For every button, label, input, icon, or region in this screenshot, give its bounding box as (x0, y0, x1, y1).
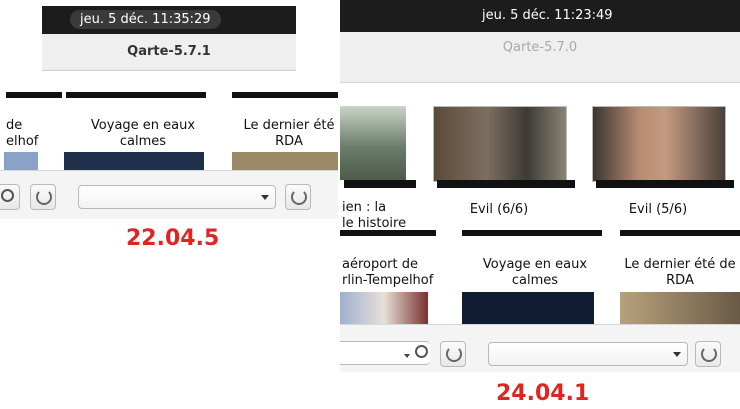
tile-label[interactable]: Voyage en eaux calmes (465, 257, 605, 289)
window-title: Qarte-5.7.0 (502, 40, 578, 55)
video-thumbnail[interactable] (592, 106, 726, 182)
window-title: Qarte-5.7.1 (127, 44, 211, 59)
video-grid: ien : la le histoire Evil (6/6) Evil (5/… (340, 100, 740, 324)
thumb-edge (66, 92, 206, 98)
tile-label[interactable]: Le dernier été de RDA (620, 257, 740, 289)
refresh-icon (701, 346, 717, 362)
bottom-toolbar (340, 324, 740, 372)
video-thumbnail[interactable] (340, 106, 406, 180)
refresh-button[interactable] (285, 184, 311, 210)
clock-text: jeu. 5 déc. 11:35:29 (80, 12, 211, 27)
thumb-edge (232, 92, 338, 98)
video-thumbnail[interactable] (64, 152, 204, 170)
clock-text[interactable]: jeu. 5 déc. 11:23:49 (482, 8, 613, 23)
refresh-icon (291, 189, 307, 205)
video-thumbnail[interactable] (4, 152, 38, 170)
refresh-icon (36, 189, 52, 205)
left-screenshot: jeu. 5 déc. 11:35:29 Qarte-5.7.1 de elho… (0, 0, 338, 260)
category-combo[interactable] (488, 342, 688, 366)
video-grid: de elhof Voyage en eaux calmes Le dernie… (0, 92, 338, 170)
thumb-edge (6, 92, 62, 98)
thumb-shadow (437, 180, 575, 188)
chevron-down-icon (673, 352, 681, 357)
bottom-toolbar (0, 170, 338, 219)
refresh-button[interactable] (440, 341, 466, 367)
tile-label[interactable]: ien : la le histoire (342, 200, 432, 232)
chevron-down-icon (404, 354, 410, 358)
search-combo[interactable] (340, 341, 430, 365)
refresh-button[interactable] (30, 184, 56, 210)
search-button[interactable] (0, 184, 20, 210)
version-label: 22.04.5 (126, 226, 220, 251)
thumb-shadow (344, 180, 416, 188)
category-combo[interactable] (78, 185, 276, 209)
search-icon[interactable] (415, 345, 428, 358)
tile-label[interactable]: Evil (5/6) (592, 202, 724, 218)
refresh-button[interactable] (695, 341, 721, 367)
tile-label[interactable]: Le dernier été RDA (234, 118, 338, 150)
thumb-edge (462, 230, 602, 236)
tile-label[interactable]: Voyage en eaux calmes (70, 118, 216, 150)
video-thumbnail[interactable] (620, 292, 740, 324)
video-thumbnail[interactable] (462, 292, 594, 324)
version-label: 24.04.1 (496, 381, 590, 406)
video-thumbnail[interactable] (433, 106, 567, 182)
window-titlebar: Qarte-5.7.1 (42, 34, 296, 71)
tile-label[interactable]: de elhof (6, 118, 56, 150)
video-thumbnail[interactable] (232, 152, 338, 170)
thumb-shadow (596, 180, 734, 188)
chevron-down-icon (261, 195, 269, 200)
search-icon (1, 189, 14, 202)
top-bar: jeu. 5 déc. 11:23:49 (340, 0, 740, 32)
video-thumbnail[interactable] (340, 292, 428, 324)
clock[interactable]: jeu. 5 déc. 11:35:29 (70, 10, 221, 29)
window-titlebar: Qarte-5.7.0 (340, 32, 740, 83)
tile-label[interactable]: Evil (6/6) (433, 202, 565, 218)
top-bar: jeu. 5 déc. 11:35:29 (42, 6, 296, 34)
right-screenshot: jeu. 5 déc. 11:23:49 Qarte-5.7.0 ien : l… (340, 0, 740, 372)
refresh-icon (446, 346, 462, 362)
tile-label[interactable]: aéroport de rlin-Tempelhof (342, 257, 452, 289)
thumb-edge (620, 230, 740, 236)
thumb-edge (340, 230, 436, 236)
